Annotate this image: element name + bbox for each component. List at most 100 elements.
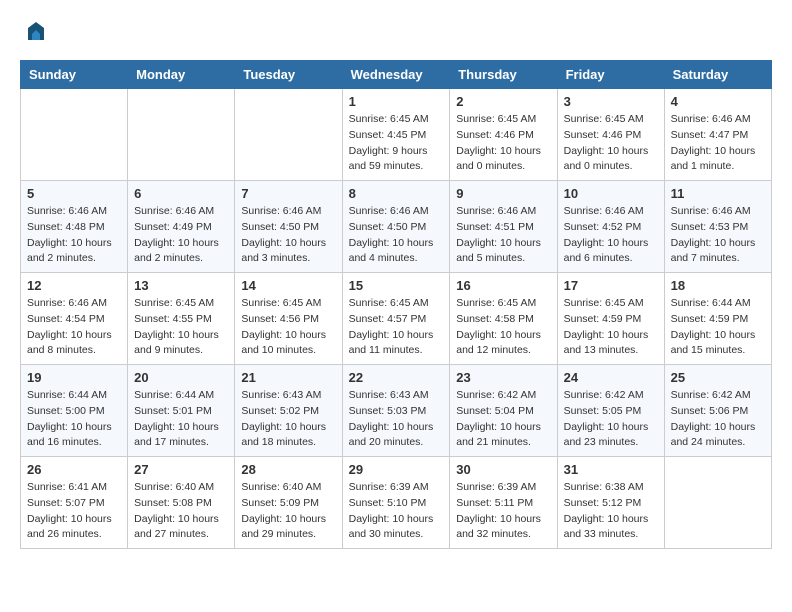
calendar-week-row: 1 Sunrise: 6:45 AM Sunset: 4:45 PM Daylig… — [21, 89, 772, 181]
calendar-cell: 28Sunrise: 6:40 AM Sunset: 5:09 PM Dayli… — [235, 457, 342, 549]
day-number: 2 — [456, 94, 550, 109]
day-number: 27 — [134, 462, 228, 477]
calendar-cell: 29 Sunrise: 6:39 AM Sunset: 5:10 PM Dayli… — [342, 457, 450, 549]
day-number: 25 — [671, 370, 765, 385]
day-info: Sunrise: 6:46 AM Sunset: 4:50 PM Dayligh… — [349, 204, 444, 267]
calendar-cell — [664, 457, 771, 549]
day-number: 21 — [241, 370, 335, 385]
day-number: 24 — [564, 370, 658, 385]
calendar-cell: 19 Sunrise: 6:44 AM Sunset: 5:00 PM Dayli… — [21, 365, 128, 457]
calendar-cell: 8 Sunrise: 6:46 AM Sunset: 4:50 PM Daylig… — [342, 181, 450, 273]
day-info: Sunrise: 6:44 AM Sunset: 5:00 PM Dayligh… — [27, 388, 121, 451]
calendar-cell: 31 Sunrise: 6:38 AM Sunset: 5:12 PM Dayli… — [557, 457, 664, 549]
day-info: Sunrise: 6:46 AM Sunset: 4:53 PM Dayligh… — [671, 204, 765, 267]
calendar-cell: 15Sunrise: 6:45 AM Sunset: 4:57 PM Dayli… — [342, 273, 450, 365]
calendar-cell: 18Sunrise: 6:44 AM Sunset: 4:59 PM Dayli… — [664, 273, 771, 365]
day-number: 7 — [241, 186, 335, 201]
day-number: 20 — [134, 370, 228, 385]
weekday-header: Wednesday — [342, 61, 450, 89]
weekday-header: Thursday — [450, 61, 557, 89]
day-info: Sunrise: 6:45 AM Sunset: 4:46 PM Dayligh… — [564, 112, 658, 175]
day-info: Sunrise: 6:45 AM Sunset: 4:59 PM Dayligh… — [564, 296, 658, 359]
calendar-cell: 13 Sunrise: 6:45 AM Sunset: 4:55 PM Dayli… — [128, 273, 235, 365]
calendar-cell: 14 Sunrise: 6:45 AM Sunset: 4:56 PM Dayli… — [235, 273, 342, 365]
day-number: 29 — [349, 462, 444, 477]
calendar-cell — [128, 89, 235, 181]
day-info: Sunrise: 6:46 AM Sunset: 4:51 PM Dayligh… — [456, 204, 550, 267]
day-number: 6 — [134, 186, 228, 201]
page-header — [20, 20, 772, 44]
calendar-cell: 11 Sunrise: 6:46 AM Sunset: 4:53 PM Dayli… — [664, 181, 771, 273]
day-number: 4 — [671, 94, 765, 109]
day-info: Sunrise: 6:39 AM Sunset: 5:11 PM Dayligh… — [456, 480, 550, 543]
calendar-header-row: SundayMondayTuesdayWednesdayThursdayFrid… — [21, 61, 772, 89]
day-number: 31 — [564, 462, 658, 477]
day-number: 5 — [27, 186, 121, 201]
calendar-cell: 5 Sunrise: 6:46 AM Sunset: 4:48 PM Daylig… — [21, 181, 128, 273]
calendar-week-row: 26 Sunrise: 6:41 AM Sunset: 5:07 PM Dayli… — [21, 457, 772, 549]
calendar-cell: 20 Sunrise: 6:44 AM Sunset: 5:01 PM Dayli… — [128, 365, 235, 457]
day-info: Sunrise: 6:39 AM Sunset: 5:10 PM Dayligh… — [349, 480, 444, 543]
logo — [20, 20, 48, 44]
day-info: Sunrise: 6:42 AM Sunset: 5:06 PM Dayligh… — [671, 388, 765, 451]
weekday-header: Sunday — [21, 61, 128, 89]
day-number: 13 — [134, 278, 228, 293]
calendar-cell: 23Sunrise: 6:42 AM Sunset: 5:04 PM Dayli… — [450, 365, 557, 457]
day-info: Sunrise: 6:41 AM Sunset: 5:07 PM Dayligh… — [27, 480, 121, 543]
calendar-cell: 3 Sunrise: 6:45 AM Sunset: 4:46 PM Daylig… — [557, 89, 664, 181]
day-info: Sunrise: 6:40 AM Sunset: 5:08 PM Dayligh… — [134, 480, 228, 543]
day-number: 11 — [671, 186, 765, 201]
day-info: Sunrise: 6:46 AM Sunset: 4:54 PM Dayligh… — [27, 296, 121, 359]
day-info: Sunrise: 6:45 AM Sunset: 4:56 PM Dayligh… — [241, 296, 335, 359]
calendar-cell: 26 Sunrise: 6:41 AM Sunset: 5:07 PM Dayli… — [21, 457, 128, 549]
day-number: 12 — [27, 278, 121, 293]
day-info: Sunrise: 6:38 AM Sunset: 5:12 PM Dayligh… — [564, 480, 658, 543]
day-info: Sunrise: 6:43 AM Sunset: 5:02 PM Dayligh… — [241, 388, 335, 451]
day-number: 28 — [241, 462, 335, 477]
day-info: Sunrise: 6:46 AM Sunset: 4:50 PM Dayligh… — [241, 204, 335, 267]
calendar-cell: 1 Sunrise: 6:45 AM Sunset: 4:45 PM Daylig… — [342, 89, 450, 181]
calendar-cell: 24Sunrise: 6:42 AM Sunset: 5:05 PM Dayli… — [557, 365, 664, 457]
calendar-cell: 17 Sunrise: 6:45 AM Sunset: 4:59 PM Dayli… — [557, 273, 664, 365]
day-info: Sunrise: 6:45 AM Sunset: 4:46 PM Dayligh… — [456, 112, 550, 175]
day-number: 22 — [349, 370, 444, 385]
day-number: 19 — [27, 370, 121, 385]
day-info: Sunrise: 6:45 AM Sunset: 4:58 PM Dayligh… — [456, 296, 550, 359]
calendar-week-row: 12 Sunrise: 6:46 AM Sunset: 4:54 PM Dayli… — [21, 273, 772, 365]
calendar-table: SundayMondayTuesdayWednesdayThursdayFrid… — [20, 60, 772, 549]
day-info: Sunrise: 6:46 AM Sunset: 4:49 PM Dayligh… — [134, 204, 228, 267]
calendar-cell: 21 Sunrise: 6:43 AM Sunset: 5:02 PM Dayli… — [235, 365, 342, 457]
calendar-cell: 7 Sunrise: 6:46 AM Sunset: 4:50 PM Daylig… — [235, 181, 342, 273]
weekday-header: Tuesday — [235, 61, 342, 89]
day-info: Sunrise: 6:45 AM Sunset: 4:55 PM Dayligh… — [134, 296, 228, 359]
day-info: Sunrise: 6:45 AM Sunset: 4:45 PM Dayligh… — [349, 112, 444, 175]
day-number: 8 — [349, 186, 444, 201]
calendar-cell: 6 Sunrise: 6:46 AM Sunset: 4:49 PM Daylig… — [128, 181, 235, 273]
calendar-cell: 25 Sunrise: 6:42 AM Sunset: 5:06 PM Dayli… — [664, 365, 771, 457]
calendar-cell — [235, 89, 342, 181]
day-number: 18 — [671, 278, 765, 293]
day-info: Sunrise: 6:45 AM Sunset: 4:57 PM Dayligh… — [349, 296, 444, 359]
weekday-header: Saturday — [664, 61, 771, 89]
day-info: Sunrise: 6:46 AM Sunset: 4:47 PM Dayligh… — [671, 112, 765, 175]
calendar-cell: 12 Sunrise: 6:46 AM Sunset: 4:54 PM Dayli… — [21, 273, 128, 365]
day-number: 3 — [564, 94, 658, 109]
day-number: 1 — [349, 94, 444, 109]
calendar-cell — [21, 89, 128, 181]
day-number: 26 — [27, 462, 121, 477]
calendar-cell: 10Sunrise: 6:46 AM Sunset: 4:52 PM Dayli… — [557, 181, 664, 273]
calendar-week-row: 19 Sunrise: 6:44 AM Sunset: 5:00 PM Dayli… — [21, 365, 772, 457]
day-info: Sunrise: 6:42 AM Sunset: 5:04 PM Dayligh… — [456, 388, 550, 451]
calendar-cell: 2 Sunrise: 6:45 AM Sunset: 4:46 PM Daylig… — [450, 89, 557, 181]
day-number: 17 — [564, 278, 658, 293]
day-number: 16 — [456, 278, 550, 293]
day-info: Sunrise: 6:46 AM Sunset: 4:48 PM Dayligh… — [27, 204, 121, 267]
logo-icon — [24, 20, 48, 44]
weekday-header: Monday — [128, 61, 235, 89]
weekday-header: Friday — [557, 61, 664, 89]
calendar-cell: 9 Sunrise: 6:46 AM Sunset: 4:51 PM Daylig… — [450, 181, 557, 273]
day-number: 9 — [456, 186, 550, 201]
day-number: 14 — [241, 278, 335, 293]
day-info: Sunrise: 6:44 AM Sunset: 5:01 PM Dayligh… — [134, 388, 228, 451]
day-info: Sunrise: 6:46 AM Sunset: 4:52 PM Dayligh… — [564, 204, 658, 267]
